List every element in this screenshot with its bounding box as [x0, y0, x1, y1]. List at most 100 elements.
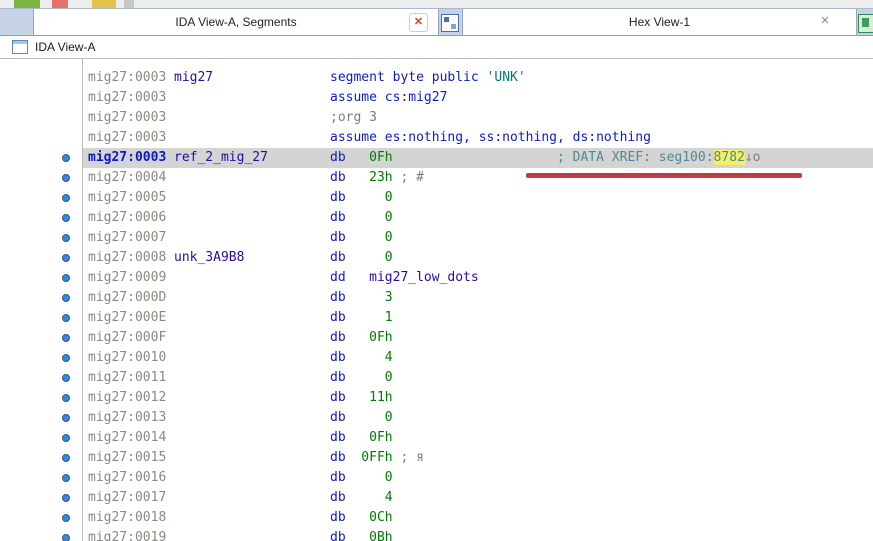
line-address: mig27:0016 — [88, 470, 167, 485]
nav-dot-icon — [62, 414, 70, 422]
line-gutter — [0, 268, 88, 288]
line-label — [174, 428, 330, 448]
line-code: db 4 — [330, 350, 393, 365]
line-gutter — [0, 228, 88, 248]
listing-line[interactable]: mig27:0008 unk_3A9B8 db 0 — [0, 248, 873, 268]
listing-line[interactable]: mig27:0014 db 0Fh — [0, 428, 873, 448]
listing-line[interactable]: mig27:0005 db 0 — [0, 188, 873, 208]
listing-line[interactable]: mig27:0003 ;org 3 — [0, 108, 873, 128]
line-code: db 0Bh — [330, 530, 393, 541]
close-tab-icon[interactable]: ✕ — [409, 13, 428, 32]
toolbar-fragment-icon — [52, 0, 68, 8]
line-gutter — [0, 168, 88, 188]
line-gutter — [0, 408, 88, 428]
listing-line[interactable]: mig27:0003 assume es:nothing, ss:nothing,… — [0, 128, 873, 148]
listing-line[interactable]: mig27:0003 ref_2_mig_27 db 0Fh ; DATA XREF… — [0, 148, 873, 168]
line-code: db 0 — [330, 250, 393, 265]
nav-dot-icon — [62, 254, 70, 262]
listing-line[interactable]: mig27:0016 db 0 — [0, 468, 873, 488]
line-code: db 0FFh ; я — [330, 450, 424, 465]
line-gutter — [0, 528, 88, 541]
view-titlebar: IDA View-A — [0, 36, 873, 59]
listing-line[interactable]: mig27:0011 db 0 — [0, 368, 873, 388]
nav-dot-icon — [62, 154, 70, 162]
listing-line[interactable]: mig27:0004 db 23h ; # — [0, 168, 873, 188]
line-gutter — [0, 68, 88, 88]
annotation-underline — [526, 173, 802, 178]
line-label — [174, 288, 330, 308]
line-address: mig27:0010 — [88, 350, 167, 365]
line-gutter — [0, 508, 88, 528]
line-label — [174, 528, 330, 541]
line-label — [174, 448, 330, 468]
tab-ida-view-segments[interactable]: IDA View-A, Segments ✕ — [33, 9, 439, 35]
listing-line[interactable]: mig27:0013 db 0 — [0, 408, 873, 428]
line-code: db 0 — [330, 210, 393, 225]
line-label — [174, 188, 330, 208]
line-code: segment byte public 'UNK' — [330, 70, 526, 85]
nav-dot-icon — [62, 174, 70, 182]
listing-line[interactable]: mig27:000D db 3 — [0, 288, 873, 308]
listing-line[interactable]: mig27:0019 db 0Bh — [0, 528, 873, 541]
line-label — [174, 408, 330, 428]
listing-line[interactable]: mig27:0006 db 0 — [0, 208, 873, 228]
nav-dot-icon — [62, 234, 70, 242]
line-address: mig27:0017 — [88, 490, 167, 505]
next-tab-icon[interactable] — [858, 14, 873, 33]
nav-dot-icon — [62, 314, 70, 322]
listing-line[interactable]: mig27:0003 assume cs:mig27 — [0, 88, 873, 108]
line-gutter — [0, 88, 88, 108]
hex-view-icon[interactable] — [441, 14, 459, 32]
nav-dot-icon — [62, 534, 70, 541]
listing-line[interactable]: mig27:0018 db 0Ch — [0, 508, 873, 528]
listing-line[interactable]: mig27:0003 mig27 segment byte public 'UNK' — [0, 68, 873, 88]
line-address: mig27:0009 — [88, 270, 167, 285]
close-tab-icon[interactable]: ✕ — [818, 14, 832, 28]
listing-lines: mig27:0003 mig27 segment byte public 'UNK'… — [0, 68, 873, 541]
line-address: mig27:0008 — [88, 250, 167, 265]
nav-dot-icon — [62, 514, 70, 522]
line-code: db 3 — [330, 290, 393, 305]
line-code: db 4 — [330, 490, 393, 505]
line-code: ;org 3 — [330, 110, 377, 125]
line-address: mig27:0003 — [88, 110, 167, 125]
tab-hex-view[interactable]: Hex View-1 ✕ — [462, 9, 857, 35]
tab-label: IDA View-A, Segments — [175, 15, 297, 29]
line-label — [174, 88, 330, 108]
line-gutter — [0, 188, 88, 208]
listing-line[interactable]: mig27:0009 dd mig27_low_dots — [0, 268, 873, 288]
line-label — [174, 128, 330, 148]
listing-line[interactable]: mig27:000E db 1 — [0, 308, 873, 328]
line-code: db 0 — [330, 470, 393, 485]
nav-dot-icon — [62, 494, 70, 502]
line-label: mig27 — [174, 70, 214, 85]
line-label — [174, 468, 330, 488]
listing-line[interactable]: mig27:0015 db 0FFh ; я — [0, 448, 873, 468]
line-gutter — [0, 308, 88, 328]
line-gutter — [0, 488, 88, 508]
line-gutter — [0, 208, 88, 228]
line-code: db 0Fh — [330, 330, 393, 345]
line-label — [174, 488, 330, 508]
nav-dot-icon — [62, 294, 70, 302]
view-title: IDA View-A — [35, 40, 96, 54]
line-code: db 0 — [330, 410, 393, 425]
line-code: dd mig27_low_dots — [330, 270, 479, 285]
line-label: ref_2_mig_27 — [174, 150, 268, 165]
listing-line[interactable]: mig27:000F db 0Fh — [0, 328, 873, 348]
listing-line[interactable]: mig27:0017 db 4 — [0, 488, 873, 508]
listing-line[interactable]: mig27:0007 db 0 — [0, 228, 873, 248]
line-code: assume es:nothing, ss:nothing, ds:nothin… — [330, 130, 651, 145]
line-address: mig27:000F — [88, 330, 167, 345]
line-gutter — [0, 388, 88, 408]
toolbar-fragment-icon — [124, 0, 134, 8]
line-label — [174, 308, 330, 328]
toolbar-fragment-icon — [92, 0, 116, 8]
listing-line[interactable]: mig27:0010 db 4 — [0, 348, 873, 368]
disassembly-listing[interactable]: mig27:0003 mig27 segment byte public 'UNK'… — [0, 59, 873, 541]
line-address: mig27:0005 — [88, 190, 167, 205]
tab-label: Hex View-1 — [628, 15, 691, 29]
listing-line[interactable]: mig27:0012 db 11h — [0, 388, 873, 408]
line-label — [174, 348, 330, 368]
line-label — [174, 268, 330, 288]
